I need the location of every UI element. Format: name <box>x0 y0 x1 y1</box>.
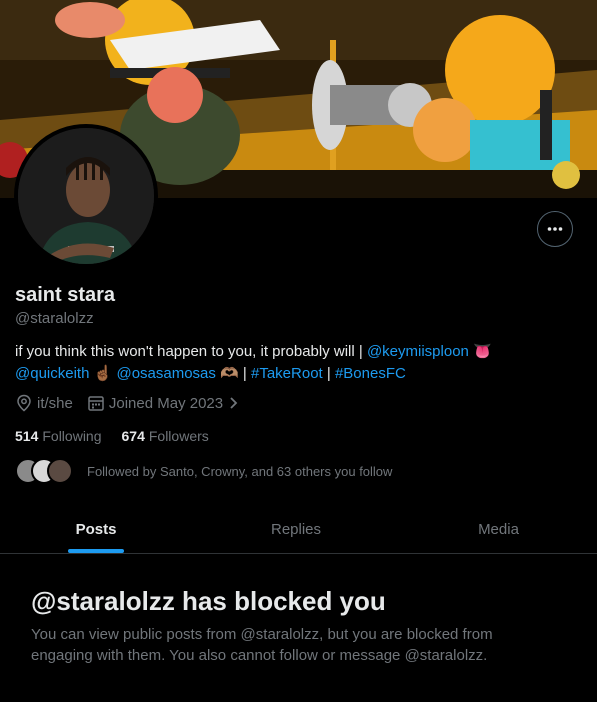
followers-count: 674 <box>121 428 145 444</box>
chevron-right-icon[interactable] <box>227 394 241 412</box>
tab-label: Media <box>478 521 519 538</box>
location-pin-icon <box>17 394 31 412</box>
pronouns: it/she <box>37 394 73 412</box>
bio-separator: | <box>238 365 251 382</box>
mention-link[interactable]: @quickeith <box>15 365 89 382</box>
blocked-title: @staralolzz has blocked you <box>31 586 386 616</box>
bio-emoji: 👅 <box>473 343 492 360</box>
blocked-description: You can view public posts from @staralol… <box>31 626 493 664</box>
more-horizontal-icon <box>547 227 563 231</box>
followed-by[interactable]: Followed by Santo, Crowny, and 63 others… <box>15 458 392 484</box>
tab-label: Posts <box>75 521 117 538</box>
pronouns-item: it/she <box>15 394 73 412</box>
following-link[interactable]: 514 Following <box>15 428 102 444</box>
followed-by-text: Followed by Santo, Crowny, and 63 others… <box>87 463 393 479</box>
bio-separator: | <box>322 365 335 382</box>
mention-link[interactable]: @keymiisploon <box>367 343 469 360</box>
mention-link[interactable]: @osasamosas <box>116 365 215 382</box>
tab-replies[interactable]: Replies <box>192 506 400 553</box>
bio: if you think this won't happen to you, i… <box>15 341 575 385</box>
followers-label: Followers <box>148 428 209 444</box>
hashtag-link[interactable]: #TakeRoot <box>251 365 323 382</box>
avatar-image <box>18 128 154 264</box>
tab-label: Replies <box>270 521 322 538</box>
follower-avatar <box>47 458 73 484</box>
followers-link[interactable]: 674 Followers <box>122 428 209 444</box>
following-label: Following <box>42 428 102 444</box>
bio-emoji: 🫶🏽 <box>220 365 239 382</box>
following-count: 514 <box>15 428 39 444</box>
username: @staralolzz <box>15 310 94 327</box>
joined-date: Joined May 2023 <box>108 394 224 412</box>
tab-posts[interactable]: Posts <box>0 506 192 553</box>
active-tab-indicator <box>68 549 124 553</box>
follow-stats: 514 Following 674 Followers <box>15 428 229 444</box>
joined-item: Joined May 2023 <box>87 394 223 412</box>
avatar[interactable] <box>14 124 158 268</box>
display-name: saint stara <box>15 284 116 306</box>
hashtag-link[interactable]: #BonesFC <box>335 365 406 382</box>
bio-emoji: ☝🏾 <box>93 365 113 382</box>
bio-text: if you think this won't happen to you, i… <box>15 343 367 360</box>
calendar-icon <box>88 396 104 411</box>
profile-tabs: Posts Replies Media <box>0 506 597 554</box>
more-options-button[interactable] <box>537 211 573 247</box>
tab-media[interactable]: Media <box>400 506 597 553</box>
profile-meta: it/she Joined May 2023 <box>15 393 245 413</box>
